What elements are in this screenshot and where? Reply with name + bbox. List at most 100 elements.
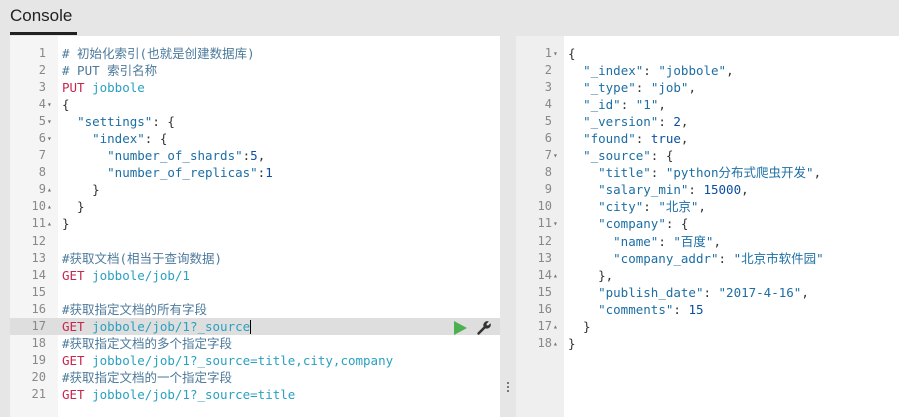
code-text: } — [568, 335, 576, 352]
fold-close-icon[interactable]: ▴ — [553, 335, 563, 352]
code-text: "city": "北京", — [568, 198, 706, 215]
output-line[interactable]: 18 ▴} — [516, 335, 899, 352]
code-text: GET jobbole/job/1?_source — [62, 318, 252, 335]
editor-line[interactable]: 8 "number_of_replicas":1 — [10, 164, 500, 181]
fold-open-icon[interactable]: ▾ — [553, 215, 563, 232]
editor-line[interactable]: 1 # 初始化索引(也就是创建数据库) — [10, 45, 500, 62]
tab-console[interactable]: Console — [10, 6, 72, 26]
line-number: 18 — [537, 335, 552, 350]
wrench-icon[interactable] — [476, 320, 492, 336]
code-text: # PUT 索引名称 — [62, 62, 157, 79]
editor-line[interactable]: 12 — [10, 233, 500, 250]
line-number: 4 — [38, 97, 46, 112]
output-line[interactable]: 8 "title": "python分布式爬虫开发", — [516, 164, 899, 181]
code-token: "number_of_shards" — [107, 148, 243, 164]
code-token: #获取指定文档的所有字段 — [62, 301, 208, 317]
output-line[interactable]: 2 "_index": "jobbole", — [516, 62, 899, 79]
fold-open-icon[interactable]: ▾ — [553, 147, 563, 164]
output-line[interactable]: 4 "_id": "1", — [516, 96, 899, 113]
editor-line[interactable]: 16 #获取指定文档的所有字段 — [10, 301, 500, 318]
output-line[interactable]: 7 ▾ "_source": { — [516, 147, 899, 164]
code-token: : — [643, 199, 659, 215]
code-text: "name": "百度", — [568, 233, 721, 250]
editor-line[interactable]: 14 GET jobbole/job/1 — [10, 267, 500, 284]
code-token: : — [658, 114, 674, 130]
code-token: : — [688, 182, 704, 198]
editor-line[interactable]: 2 # PUT 索引名称 — [10, 62, 500, 79]
output-code: 1 ▾{2 "_index": "jobbole", 3 "_type": "job… — [516, 45, 899, 352]
editor-line[interactable]: 20 #获取指定文档的一个指定字段 — [10, 369, 500, 386]
code-text: "_id": "1", — [568, 96, 666, 113]
divider-handle[interactable] — [507, 382, 509, 394]
code-token: , — [713, 233, 721, 249]
fold-open-icon[interactable]: ▾ — [47, 96, 57, 113]
pane-divider[interactable] — [500, 36, 516, 417]
code-text: } — [62, 215, 70, 232]
editor-line[interactable]: 18 #获取指定文档的多个指定字段 — [10, 335, 500, 352]
code-text: "found": true, — [568, 130, 688, 147]
code-token: , — [813, 165, 822, 181]
line-number: 4 — [544, 97, 552, 112]
code-token: jobbole/job/1?_source=title,city,company — [92, 352, 394, 368]
output-line[interactable]: 1 ▾ { — [516, 45, 899, 62]
output-line[interactable]: 6 "found": true, — [516, 130, 899, 147]
line-number: 15 — [31, 284, 46, 299]
code-token: GET — [62, 318, 93, 334]
editor-line[interactable]: 10 ▴ } — [10, 198, 500, 215]
output-line[interactable]: 11 ▾ "company": { — [516, 215, 899, 232]
fold-open-icon[interactable]: ▾ — [553, 45, 563, 62]
line-number: 15 — [537, 284, 552, 299]
output-line[interactable]: 10 "city": "北京", — [516, 198, 899, 215]
output-line[interactable]: 17 ▴ } — [516, 318, 899, 335]
editor-line[interactable]: 17 GET jobbole/job/1?_source — [10, 317, 500, 335]
editor-line[interactable]: 19 GET jobbole/job/1?_source=title,city,c… — [10, 352, 500, 369]
output-line[interactable]: 15 "publish_date": "2017-4-16", — [516, 284, 899, 301]
output-line[interactable]: 16 "comments": 15 — [516, 301, 899, 318]
line-number: 1 — [544, 46, 552, 60]
output-line[interactable]: 14 ▴ }, — [516, 267, 899, 284]
line-number: 2 — [544, 63, 552, 78]
code-token: , — [680, 114, 689, 130]
editor-line[interactable]: 7 "number_of_shards":5, — [10, 147, 500, 164]
fold-close-icon[interactable]: ▴ — [553, 318, 563, 335]
play-icon[interactable] — [452, 320, 468, 336]
editor-line[interactable]: 13 #获取文档(相当于查询数据) — [10, 250, 500, 267]
editor-code[interactable]: 1 # 初始化索引(也就是创建数据库) 2 # PUT 索引名称 3 PUT jobbol… — [10, 45, 500, 403]
code-token: : — [703, 284, 719, 300]
line-number: 8 — [38, 165, 46, 180]
output-line[interactable]: 13 "company_addr": "北京市软件园" — [516, 250, 899, 267]
output-line[interactable]: 3 "_type": "job", — [516, 79, 899, 96]
fold-close-icon[interactable]: ▴ — [553, 267, 563, 284]
line-number: 12 — [31, 233, 46, 248]
editor-line[interactable]: 15 — [10, 284, 500, 301]
line-number: 19 — [31, 352, 46, 367]
code-token: 15000 — [703, 182, 742, 198]
editor-line[interactable]: 9 ▴ } — [10, 181, 500, 198]
code-text: "_type": "job", — [568, 79, 696, 96]
fold-close-icon[interactable]: ▴ — [47, 181, 57, 198]
code-token: true — [650, 131, 681, 147]
output-line[interactable]: 12 "name": "百度", — [516, 233, 899, 250]
output-line[interactable]: 9 "salary_min": 15000, — [516, 181, 899, 198]
code-token: : { — [144, 131, 168, 147]
editor-line[interactable]: 11 ▴} — [10, 215, 500, 232]
code-text: "number_of_shards":5, — [62, 147, 265, 164]
code-token: "北京市软件园" — [733, 250, 824, 266]
editor-line[interactable]: 6 ▾ "index": { — [10, 130, 500, 147]
fold-open-icon[interactable]: ▾ — [47, 130, 57, 147]
output-line[interactable]: 5 "_version": 2, — [516, 113, 899, 130]
fold-close-icon[interactable]: ▴ — [47, 215, 57, 232]
fold-close-icon[interactable]: ▴ — [47, 198, 57, 215]
code-token: "city" — [598, 199, 644, 215]
code-token: "company_addr" — [613, 250, 719, 266]
request-editor[interactable]: 1 # 初始化索引(也就是创建数据库) 2 # PUT 索引名称 3 PUT jobbol… — [10, 36, 500, 417]
editor-line[interactable]: 3 PUT jobbole — [10, 79, 500, 96]
fold-open-icon[interactable]: ▾ — [47, 113, 57, 130]
editor-line[interactable]: 4 ▾ { — [10, 96, 500, 113]
line-number: 9 — [544, 182, 552, 197]
editor-line[interactable]: 5 ▾ "settings": { — [10, 113, 500, 130]
code-token: jobbole — [92, 80, 145, 96]
editor-line[interactable]: 21 GET jobbole/job/1?_source=title — [10, 386, 500, 403]
